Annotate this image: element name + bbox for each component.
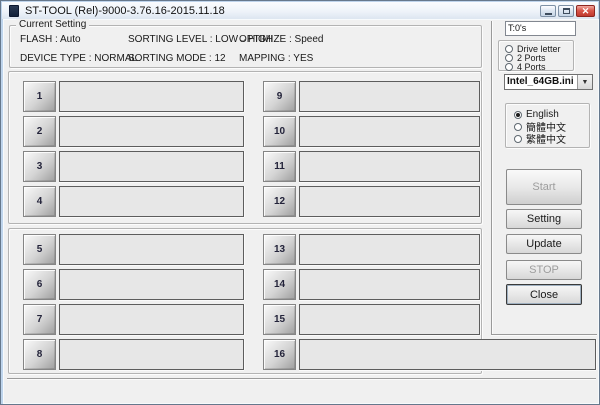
current-setting-label: Current Setting [16, 19, 89, 31]
slot-panel-13 [299, 234, 480, 265]
slot-button-11[interactable]: 11 [263, 151, 296, 182]
slot-panel-11 [299, 151, 480, 182]
maximize-icon [563, 8, 570, 14]
ports-group: Drive letter2 Ports4 Ports [498, 40, 574, 71]
slot-panel-6 [59, 269, 244, 300]
stop-button[interactable]: STOP [506, 260, 582, 280]
minimize-icon [545, 13, 552, 15]
window-controls: ✕ [540, 5, 595, 17]
close-button[interactable]: ✕ [576, 5, 595, 17]
slot-button-13[interactable]: 13 [263, 234, 296, 265]
slot-panel-14 [299, 269, 480, 300]
slot-panel-1 [59, 81, 244, 112]
slot-button-10[interactable]: 10 [263, 116, 296, 147]
dropdown-button[interactable]: ▼ [577, 75, 592, 89]
language-option-2[interactable]: 繁體中文 [514, 133, 566, 144]
client-area: Current Setting FLASH : Auto SORTING LEV… [4, 20, 598, 403]
divider-vertical [491, 21, 493, 334]
slot-button-9[interactable]: 9 [263, 81, 296, 112]
setting-button[interactable]: Setting [506, 209, 582, 229]
slot-button-3[interactable]: 3 [23, 151, 56, 182]
slot-button-7[interactable]: 7 [23, 304, 56, 335]
port-option-2[interactable]: 4 Ports [505, 62, 546, 71]
slot-button-4[interactable]: 4 [23, 186, 56, 217]
port-option-label: 4 Ports [517, 62, 546, 72]
slot-panel-16 [299, 339, 596, 370]
slot-button-1[interactable]: 1 [23, 81, 56, 112]
minimize-button[interactable] [540, 5, 556, 17]
slot-panel-12 [299, 186, 480, 217]
current-setting-group: Current Setting FLASH : Auto SORTING LEV… [9, 25, 482, 68]
chevron-down-icon: ▼ [582, 79, 589, 86]
slot-button-6[interactable]: 6 [23, 269, 56, 300]
app-icon [9, 5, 19, 17]
slot-panel-2 [59, 116, 244, 147]
titlebar: ST-TOOL (Rel)-9000-3.76.16-2015.11.18 ✕ [2, 2, 598, 20]
close-icon: ✕ [582, 7, 590, 16]
slot-button-12[interactable]: 12 [263, 186, 296, 217]
slot-panel-3 [59, 151, 244, 182]
ini-selected-value: Intel_64GB.ini [505, 75, 577, 89]
app-window: ST-TOOL (Rel)-9000-3.76.16-2015.11.18 ✕ … [0, 0, 600, 405]
update-button[interactable]: Update [506, 234, 582, 254]
status-divider [7, 378, 596, 380]
radio-icon [505, 54, 513, 62]
slot-panel-5 [59, 234, 244, 265]
setting-mapping: MAPPING : YES [239, 53, 313, 64]
radio-icon [514, 111, 522, 119]
slot-panel-9 [299, 81, 480, 112]
setting-optimize: OPTIMIZE : Speed [239, 34, 323, 45]
ini-select[interactable]: Intel_64GB.ini ▼ [504, 74, 593, 90]
setting-device-type: DEVICE TYPE : NORMAL [20, 53, 137, 64]
slot-panel-7 [59, 304, 244, 335]
language-option-label: 繁體中文 [526, 131, 566, 146]
slot-panel-10 [299, 116, 480, 147]
slot-button-5[interactable]: 5 [23, 234, 56, 265]
slot-panel-8 [59, 339, 244, 370]
slot-panel-4 [59, 186, 244, 217]
radio-icon [514, 135, 522, 143]
maximize-button[interactable] [558, 5, 574, 17]
radio-icon [505, 45, 513, 53]
slot-panel-15 [299, 304, 480, 335]
slot-button-2[interactable]: 2 [23, 116, 56, 147]
slot-button-16[interactable]: 16 [263, 339, 296, 370]
slot-button-8[interactable]: 8 [23, 339, 56, 370]
setting-sorting-mode: SORTING MODE : 12 [128, 53, 226, 64]
setting-flash: FLASH : Auto [20, 34, 81, 45]
language-group: English簡體中文繁體中文 [505, 103, 590, 148]
close-action-button[interactable]: Close [506, 284, 582, 305]
window-title: ST-TOOL (Rel)-9000-3.76.16-2015.11.18 [25, 2, 225, 20]
slot-button-14[interactable]: 14 [263, 269, 296, 300]
status-field[interactable]: T:0's [505, 21, 576, 36]
radio-icon [514, 123, 522, 131]
start-button[interactable]: Start [506, 169, 582, 205]
divider-horizontal-right [491, 334, 597, 336]
radio-icon [505, 63, 513, 71]
slot-button-15[interactable]: 15 [263, 304, 296, 335]
